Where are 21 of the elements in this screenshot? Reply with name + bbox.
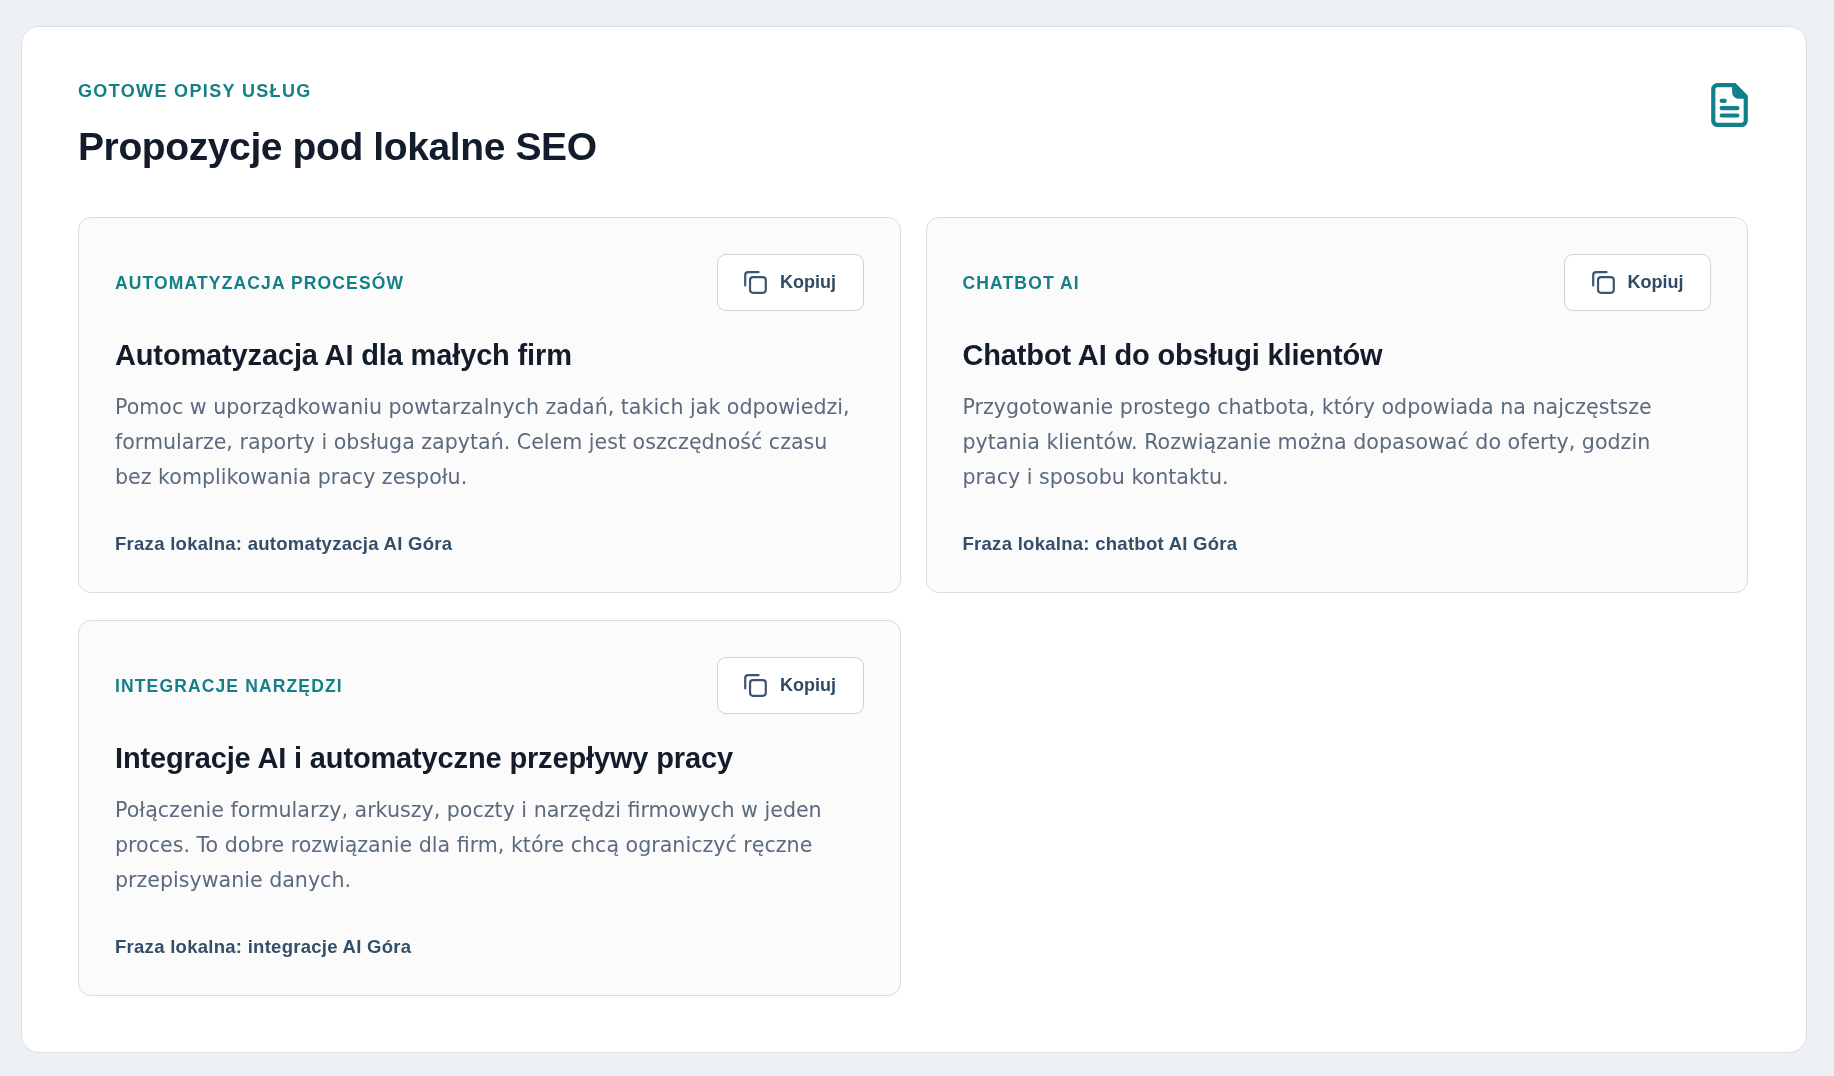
copy-icon: [744, 271, 767, 294]
card-description: Połączenie formularzy, arkuszy, poczty i narzędzi firmowych w jeden proces. To dobre rozwiązanie dla firm, które chcą ograniczyć ręczne przepisywanie danych.: [115, 797, 823, 894]
category-label: CHATBOT AI: [962, 272, 1080, 293]
copy-icon: [1591, 271, 1615, 294]
category-label: AUTOMATYZACJA PROCESÓW: [115, 272, 405, 293]
page-title: Propozycje pod lokalne SEO: [78, 125, 597, 169]
copy-icon: [744, 674, 767, 697]
document-icon: [1711, 83, 1748, 127]
local-phrase: Fraza lokalna: chatbot AI Góra: [962, 532, 1239, 556]
category-label: INTEGRACJE NARZĘDZI: [115, 675, 343, 696]
local-phrase: Fraza lokalna: integracje AI Góra: [115, 935, 413, 959]
copy-button[interactable]: Kopiuj: [716, 657, 864, 714]
section-eyebrow: GOTOWE OPISY USŁUG: [78, 81, 313, 101]
card-title: Chatbot AI do obsługi klientów: [962, 338, 1384, 373]
copy-button[interactable]: Kopiuj: [1564, 254, 1711, 311]
card-title: Automatyzacja AI dla małych firm: [115, 338, 573, 373]
card-description: Pomoc w uporządkowaniu powtarzalnych zadań, takich jak odpowiedzi, formularze, raporty i obsługa zapytań. Celem jest oszczędność czasu bez komplikowania pracy zespołu.: [115, 394, 851, 491]
local-phrase: Fraza lokalna: automatyzacja AI Góra: [115, 532, 454, 556]
card-title: Integracje AI i automatyczne przepływy pracy: [115, 741, 734, 776]
card-description: Przygotowanie prostego chatbota, który odpowiada na najczęstsze pytania klientów. Rozwiązanie można dopasować do oferty, godzin pracy i sposobu kontaktu.: [962, 394, 1653, 491]
copy-button[interactable]: Kopiuj: [716, 254, 864, 311]
